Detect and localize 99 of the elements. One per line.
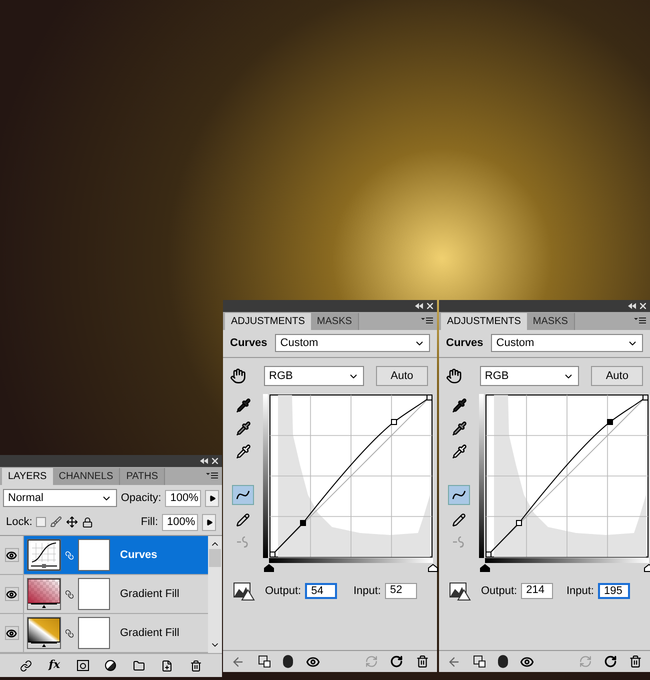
panel-tab[interactable]: PATHS xyxy=(120,468,166,485)
highlight-slider[interactable] xyxy=(428,564,438,572)
preset-dropdown[interactable]: Custom xyxy=(275,334,430,352)
new-layer-icon[interactable] xyxy=(161,660,174,672)
channel-dropdown[interactable]: RGB xyxy=(480,366,580,386)
layer-mask-thumbnail xyxy=(78,578,110,610)
lock-pixels-icon[interactable] xyxy=(50,516,62,528)
opacity-label: Opacity: xyxy=(120,490,162,506)
channel-dropdown[interactable]: RGB xyxy=(264,366,364,386)
lock-label: Lock: xyxy=(6,514,32,530)
triangle-icon xyxy=(206,518,212,526)
layer-name: Gradient Fill xyxy=(120,586,180,602)
panel-tab[interactable]: ADJUSTMENTS xyxy=(441,313,527,330)
fx-button[interactable]: fx xyxy=(48,657,60,674)
shadow-slider[interactable] xyxy=(264,564,274,572)
adjustment-title: Curves xyxy=(446,336,484,351)
panel-menu-icon[interactable] xyxy=(421,317,433,325)
pencil-icon[interactable] xyxy=(236,513,250,527)
visibility-toggle[interactable] xyxy=(4,548,18,562)
mask-icon[interactable] xyxy=(76,660,89,671)
visibility-toggle[interactable] xyxy=(4,587,18,601)
visibility-toggle[interactable] xyxy=(4,626,18,640)
collapse-icon[interactable] xyxy=(415,303,423,309)
link-icon[interactable] xyxy=(20,660,32,672)
eye-icon[interactable] xyxy=(520,654,534,668)
output-field[interactable]: 54 xyxy=(305,583,338,599)
expand-view-icon[interactable] xyxy=(258,655,271,668)
output-field[interactable]: 214 xyxy=(521,583,554,599)
curves-graph[interactable] xyxy=(485,394,649,558)
auto-button[interactable]: Auto xyxy=(591,366,643,386)
fill-field[interactable]: 100% xyxy=(162,514,198,530)
highlight-eyedropper-icon[interactable] xyxy=(236,444,250,459)
triangle-icon xyxy=(208,494,216,502)
panel-tab[interactable]: CHANNELS xyxy=(52,468,120,485)
close-icon[interactable] xyxy=(427,303,433,309)
chain-icon[interactable] xyxy=(65,550,74,560)
shadow-eyedropper-icon[interactable] xyxy=(236,398,250,413)
close-icon[interactable] xyxy=(212,458,218,464)
lock-all-icon[interactable] xyxy=(82,516,94,528)
panel-menu-icon[interactable] xyxy=(634,317,646,325)
layer-name: Gradient Fill xyxy=(120,626,180,641)
curve-tool-icon[interactable] xyxy=(448,485,470,505)
input-field[interactable]: 195 xyxy=(598,583,630,599)
layer-thumbnail xyxy=(27,578,61,610)
expand-view-icon[interactable] xyxy=(473,655,486,668)
collapse-icon[interactable] xyxy=(200,458,208,464)
scrollbar-thumb[interactable] xyxy=(209,549,221,567)
targeted-adjustment-icon[interactable] xyxy=(446,368,462,384)
layer-thumbnail xyxy=(27,617,61,649)
midtone-eyedropper-icon[interactable] xyxy=(236,421,250,436)
panel-tab[interactable]: LAYERS xyxy=(2,468,53,485)
shadow-slider[interactable] xyxy=(480,564,490,572)
clipping-warning-icon[interactable] xyxy=(449,581,471,601)
highlight-eyedropper-icon[interactable] xyxy=(452,444,466,459)
fill-label: Fill: xyxy=(140,514,158,530)
curve-point[interactable] xyxy=(516,520,522,526)
clip-to-layer-icon[interactable] xyxy=(498,655,508,668)
opacity-field[interactable]: 100% xyxy=(165,490,202,506)
layer-mask-thumbnail xyxy=(78,617,110,649)
panel-tab[interactable]: MASKS xyxy=(526,313,575,330)
folder-icon[interactable] xyxy=(132,660,145,672)
panel-menu-icon[interactable] xyxy=(206,472,218,480)
curve-tool-icon[interactable] xyxy=(232,485,254,505)
clipping-warning-icon[interactable] xyxy=(233,581,255,601)
blend-mode-dropdown[interactable]: Normal xyxy=(3,489,117,507)
collapse-icon[interactable] xyxy=(628,303,636,309)
curve-point[interactable] xyxy=(391,419,397,425)
targeted-adjustment-icon[interactable] xyxy=(230,368,246,384)
adjustment-title: Curves xyxy=(230,336,268,351)
shadow-eyedropper-icon[interactable] xyxy=(452,398,466,413)
layer-name: Curves xyxy=(120,548,158,563)
preset-dropdown[interactable]: Custom xyxy=(491,334,643,352)
reset-icon[interactable] xyxy=(604,655,617,668)
layer-thumbnail xyxy=(27,539,61,571)
curves-graph[interactable] xyxy=(269,394,433,558)
output-label: Output: xyxy=(481,584,518,599)
output-label: Output: xyxy=(265,584,302,599)
trash-icon[interactable] xyxy=(416,655,429,668)
chain-icon[interactable] xyxy=(65,590,74,598)
scrollbar[interactable] xyxy=(208,536,222,653)
panel-tab[interactable]: MASKS xyxy=(310,313,359,330)
lock-position-icon[interactable] xyxy=(66,516,78,528)
input-label: Input: xyxy=(353,584,381,599)
fill-arrow-button[interactable] xyxy=(202,514,216,530)
input-label: Input: xyxy=(566,584,594,599)
input-field[interactable]: 52 xyxy=(385,583,417,599)
reset-icon[interactable] xyxy=(390,655,404,668)
midtone-eyedropper-icon[interactable] xyxy=(452,421,466,436)
opacity-arrow-button[interactable] xyxy=(205,490,219,506)
trash-icon[interactable] xyxy=(628,655,642,668)
eye-icon[interactable] xyxy=(306,654,320,668)
panel-tab[interactable]: ADJUSTMENTS xyxy=(225,313,311,330)
auto-button[interactable]: Auto xyxy=(376,366,428,386)
close-icon[interactable] xyxy=(640,303,646,309)
layer-mask-thumbnail xyxy=(78,539,110,571)
trash-icon[interactable] xyxy=(190,660,202,672)
clip-to-layer-icon[interactable] xyxy=(283,655,294,668)
chain-icon[interactable] xyxy=(65,628,74,638)
pencil-icon[interactable] xyxy=(452,513,466,527)
